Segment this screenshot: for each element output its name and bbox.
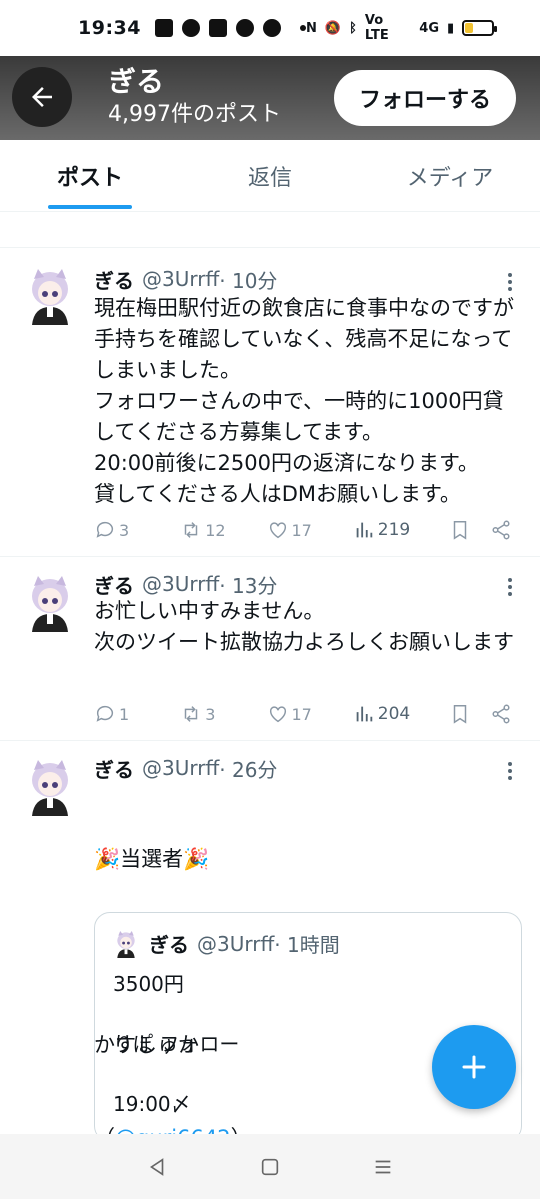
follow-button[interactable]: フォローする — [334, 70, 516, 126]
status-time: 19:34 — [78, 17, 141, 39]
plus-icon — [462, 1055, 486, 1079]
post-item[interactable]: ぎる @3Urrff · 10分 現在梅田駅付近の飲食店に食事中なのですが手持ち… — [0, 249, 540, 557]
share-icon — [492, 704, 510, 724]
battery-icon — [462, 20, 497, 36]
nfc-icon: N — [305, 20, 317, 36]
tab-replies[interactable]: 返信 — [180, 140, 360, 211]
post-author-name[interactable]: ぎる — [94, 754, 134, 783]
profile-tabs: ポスト 返信 メディア — [0, 140, 540, 212]
repost-button[interactable]: 12 — [180, 519, 266, 541]
mute-icon: 🔕 — [324, 20, 342, 36]
quoted-time: · 1時間 — [274, 933, 340, 957]
post-handle: @3Urrff — [142, 572, 220, 596]
signal-icon: ▮ — [447, 20, 455, 36]
repost-button[interactable]: 3 — [180, 703, 266, 725]
share-icon — [492, 520, 510, 540]
profile-name: ぎる — [108, 65, 165, 98]
like-button[interactable]: 17 — [267, 519, 353, 541]
views-icon — [356, 706, 372, 722]
repost-icon — [185, 522, 198, 538]
share-button[interactable] — [490, 519, 512, 541]
views-count: 219 — [377, 520, 411, 540]
quoted-handle: @3Urrff — [197, 931, 275, 956]
views-count: 204 — [377, 704, 411, 724]
bookmark-icon — [453, 705, 467, 724]
r-icon — [154, 19, 173, 37]
notification-icons — [154, 19, 306, 37]
like-count: 17 — [291, 704, 312, 724]
more-options-icon[interactable] — [508, 273, 514, 291]
system-nav-bar — [0, 1134, 540, 1199]
line-icon — [262, 19, 281, 37]
post-time: · 26分 — [219, 757, 278, 782]
repost-count: 12 — [205, 520, 226, 540]
more-options-icon[interactable] — [508, 578, 514, 596]
views-button[interactable]: 204 — [353, 703, 449, 725]
heart-icon — [269, 522, 286, 539]
share-button[interactable] — [490, 703, 512, 725]
nav-back-icon[interactable] — [146, 1156, 168, 1178]
repost-count: 3 — [205, 704, 216, 724]
views-button[interactable]: 219 — [353, 519, 449, 541]
avatar[interactable] — [24, 267, 76, 325]
post-author-name[interactable]: ぎる — [94, 265, 134, 294]
volte-label: Vo LTE — [364, 13, 389, 43]
post-time: · 13分 — [219, 573, 278, 598]
reply-button[interactable]: 1 — [94, 703, 180, 725]
profile-header: ぎる 4,997件のポスト フォローする — [0, 56, 540, 140]
heart-icon — [269, 706, 286, 723]
avatar[interactable] — [24, 574, 76, 632]
repost-icon — [185, 706, 198, 722]
tab-media[interactable]: メディア — [360, 140, 540, 211]
post-author-name[interactable]: ぎる — [94, 570, 134, 599]
avatar[interactable] — [24, 758, 76, 816]
post-text-line: 🎉当選者🎉 — [94, 847, 210, 871]
reply-icon — [96, 521, 114, 538]
post-actions: 3 12 17 219 — [94, 515, 512, 545]
timeline-spacer — [0, 212, 540, 248]
system-icons: N 🔕 ᛒ Vo LTE 4G ▮ — [305, 13, 497, 43]
reply-count: 3 — [119, 520, 130, 540]
telegram-icon — [235, 19, 254, 37]
more-options-icon[interactable] — [508, 762, 514, 780]
nav-recents-icon[interactable] — [372, 1156, 394, 1178]
post-actions: 1 3 17 204 — [94, 699, 512, 729]
bluetooth-icon: ᛒ — [349, 20, 357, 36]
post-handle: @3Urrff — [142, 267, 220, 291]
post-header: ぎる @3Urrff · 10分 — [94, 263, 520, 295]
facebook-icon — [181, 19, 200, 37]
bookmark-button[interactable] — [449, 703, 490, 725]
like-count: 17 — [291, 520, 312, 540]
post-text: 現在梅田駅付近の飲食店に食事中なのですが手持ちを確認していなく、残高不足になって… — [94, 296, 514, 506]
avatar — [113, 930, 139, 958]
reply-button[interactable]: 3 — [94, 519, 180, 541]
back-arrow-icon — [32, 87, 52, 107]
views-icon — [356, 522, 372, 538]
nav-home-icon[interactable] — [259, 1156, 281, 1178]
quoted-author-name: ぎる — [149, 933, 189, 957]
status-bar: 19:34 N 🔕 ᛒ Vo LTE 4G ▮ — [0, 0, 540, 56]
like-button[interactable]: 17 — [267, 703, 353, 725]
network-label: 4G — [419, 20, 439, 36]
post-handle: @3Urrff — [142, 756, 220, 780]
header-title: ぎる 4,997件のポスト — [108, 64, 281, 130]
reply-count: 1 — [119, 704, 130, 724]
bookmark-icon — [453, 521, 467, 540]
tab-posts[interactable]: ポスト — [0, 140, 180, 211]
compose-button[interactable] — [432, 1025, 516, 1109]
quoted-post-header: ぎる @3Urrff · 1時間 — [113, 929, 340, 958]
post-header: ぎる @3Urrff · 26分 — [94, 752, 520, 784]
reply-icon — [96, 705, 114, 722]
discord-icon — [208, 19, 227, 37]
bookmark-button[interactable] — [449, 519, 490, 541]
back-button[interactable] — [12, 67, 72, 127]
post-count: 4,997件のポスト — [108, 102, 281, 127]
post-time: · 10分 — [219, 268, 278, 293]
post-text: お忙しい中すみません。 次のツイート拡散協力よろしくお願いします — [94, 599, 514, 654]
post-item[interactable]: ぎる @3Urrff · 13分 お忙しい中すみません。 次のツイート拡散協力よ… — [0, 558, 540, 741]
